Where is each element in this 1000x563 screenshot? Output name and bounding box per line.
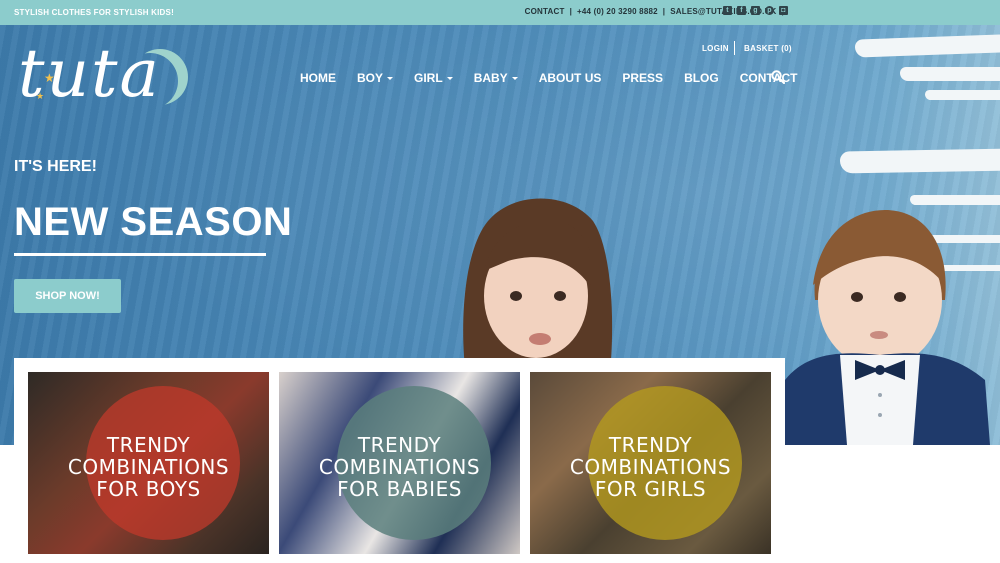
category-card-babies[interactable]: TRENDY COMBINATIONS FOR BABIES bbox=[279, 372, 520, 554]
nav-item-contact[interactable]: CONTACT bbox=[740, 71, 798, 85]
nav-label: ABOUT US bbox=[538, 71, 602, 85]
brush-stroke bbox=[900, 67, 1000, 81]
category-card-girls[interactable]: TRENDY COMBINATIONS FOR GIRLS bbox=[530, 372, 771, 554]
brush-stroke bbox=[910, 195, 1000, 205]
nav-label: CONTACT bbox=[739, 71, 798, 85]
phone-number[interactable]: +44 (0) 20 3290 8882 bbox=[577, 7, 658, 16]
nav-item-baby[interactable]: BABY bbox=[474, 71, 518, 85]
instagram-icon[interactable]: ◘ bbox=[779, 6, 788, 15]
headline-underline bbox=[14, 253, 266, 256]
category-panel: TRENDY COMBINATIONS FOR BOYS TRENDY COMB… bbox=[14, 358, 785, 563]
label-line: TRENDY bbox=[608, 433, 693, 457]
boy-photo bbox=[785, 210, 990, 445]
label-line: TRENDY bbox=[357, 433, 442, 457]
category-label: TRENDY COMBINATIONS FOR BOYS bbox=[28, 434, 269, 500]
label-line: COMBINATIONS bbox=[569, 455, 732, 479]
nav-label: HOME bbox=[300, 71, 336, 85]
nav-label: BLOG bbox=[684, 71, 719, 85]
tuta-logo[interactable]: tuta ★ ★ bbox=[14, 35, 189, 121]
caret-down-icon bbox=[511, 76, 518, 80]
nav-item-press[interactable]: PRESS bbox=[622, 71, 663, 85]
divider: | bbox=[662, 7, 666, 16]
label-line: FOR BOYS bbox=[96, 477, 201, 501]
divider: | bbox=[569, 7, 573, 16]
label-line: COMBINATIONS bbox=[318, 455, 481, 479]
category-label: TRENDY COMBINATIONS FOR GIRLS bbox=[530, 434, 771, 500]
nav-item-about-us[interactable]: ABOUT US bbox=[539, 71, 602, 85]
divider bbox=[734, 41, 735, 55]
caret-down-icon bbox=[387, 76, 394, 80]
nav-item-blog[interactable]: BLOG bbox=[684, 71, 719, 85]
tagline: STYLISH CLOTHES FOR STYLISH KIDS! bbox=[14, 8, 174, 17]
brush-stroke bbox=[925, 90, 1000, 100]
label-line: FOR GIRLS bbox=[594, 477, 707, 501]
label-line: TRENDY bbox=[106, 433, 191, 457]
social-links: t f g p ◘ bbox=[723, 6, 788, 15]
nav-item-home[interactable]: HOME bbox=[300, 71, 336, 85]
top-bar: STYLISH CLOTHES FOR STYLISH KIDS! CONTAC… bbox=[0, 0, 1000, 25]
star-icon: ★ bbox=[36, 91, 45, 101]
shop-now-button[interactable]: SHOP NOW! bbox=[14, 279, 121, 313]
moon-icon bbox=[132, 49, 188, 105]
star-icon: ★ bbox=[44, 71, 55, 85]
label-line: COMBINATIONS bbox=[67, 455, 230, 479]
basket-link[interactable]: BASKET (0) bbox=[744, 44, 792, 53]
hero-headline: NEW SEASON bbox=[14, 200, 293, 244]
top-contact-link[interactable]: CONTACT bbox=[525, 7, 565, 16]
hero-eyebrow: IT'S HERE! bbox=[14, 158, 97, 175]
nav-label: BOY bbox=[357, 71, 384, 85]
google-plus-icon[interactable]: g bbox=[751, 6, 760, 15]
search-icon[interactable] bbox=[771, 70, 785, 84]
nav-label: BABY bbox=[473, 71, 508, 85]
nav-item-boy[interactable]: BOY bbox=[357, 71, 394, 85]
caret-down-icon bbox=[446, 76, 453, 80]
nav-label: PRESS bbox=[622, 71, 664, 85]
brush-stroke bbox=[839, 148, 1000, 174]
label-line: FOR BABIES bbox=[337, 477, 462, 501]
nav-item-girl[interactable]: GIRL bbox=[414, 71, 453, 85]
main-nav: HOME BOY GIRL BABY ABOUT US PRESS BLOG C… bbox=[300, 71, 819, 85]
login-link[interactable]: LOGIN bbox=[702, 44, 729, 53]
twitter-icon[interactable]: t bbox=[723, 6, 732, 15]
nav-label: GIRL bbox=[414, 71, 443, 85]
category-label: TRENDY COMBINATIONS FOR BABIES bbox=[279, 434, 520, 500]
facebook-icon[interactable]: f bbox=[737, 6, 746, 15]
category-card-boys[interactable]: TRENDY COMBINATIONS FOR BOYS bbox=[28, 372, 269, 554]
pinterest-icon[interactable]: p bbox=[765, 6, 774, 15]
